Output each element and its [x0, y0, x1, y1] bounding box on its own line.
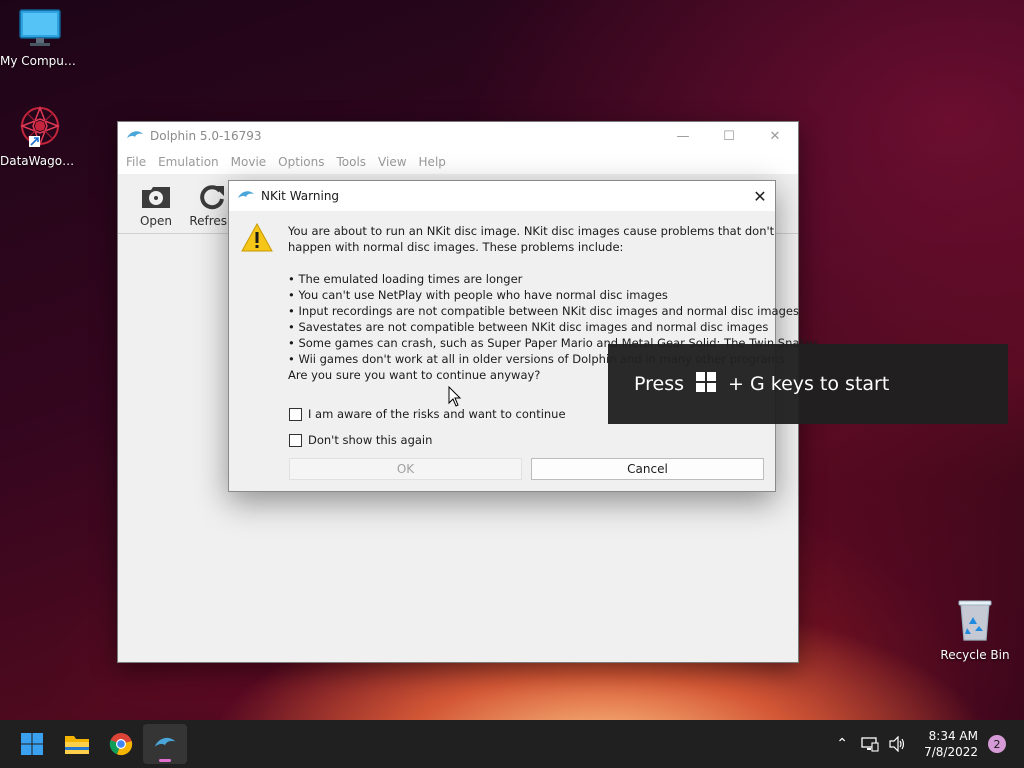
chrome-button[interactable]: [99, 724, 143, 764]
list-item: Input recordings are not compatible betw…: [288, 303, 799, 319]
checkbox-label: I am aware of the risks and want to cont…: [308, 407, 566, 421]
desktop-icon-recycle-bin[interactable]: Recycle Bin: [935, 598, 1015, 662]
windows-start-icon: [21, 733, 43, 755]
dolphin-app-icon: [154, 737, 176, 747]
close-window-button[interactable]: ✕: [752, 122, 798, 150]
notification-badge[interactable]: 2: [988, 735, 1006, 753]
dialog-titlebar[interactable]: NKit Warning ✕: [229, 181, 775, 211]
dialog-title: NKit Warning: [261, 189, 340, 203]
desktop-icon-datawagon[interactable]: DataWagon...: [0, 104, 80, 168]
monitor-icon: [19, 9, 61, 46]
clock-date: 7/8/2022: [924, 745, 978, 759]
menu-file[interactable]: File: [120, 155, 152, 169]
menu-help[interactable]: Help: [413, 155, 452, 169]
menu-emulation[interactable]: Emulation: [152, 155, 225, 169]
intro-text-line2: happen with normal disc images. These pr…: [288, 240, 624, 254]
list-item: You can't use NetPlay with people who ha…: [288, 287, 768, 303]
menu-options[interactable]: Options: [272, 155, 330, 169]
toast-keys-text: + G keys to start: [728, 373, 890, 395]
close-icon: ✕: [753, 186, 767, 206]
datawagon-app-icon: [19, 105, 61, 147]
list-item: Savestates are not compatible between NK…: [288, 319, 768, 335]
windows-logo-icon: [696, 371, 717, 397]
minimize-icon: —: [676, 128, 690, 144]
nkit-warning-dialog: NKit Warning ✕ You are about to run an N…: [228, 180, 819, 492]
active-indicator: [159, 759, 171, 762]
dolphin-taskbar-button[interactable]: [143, 724, 187, 764]
desktop-icon-label: My Computer: [0, 54, 80, 68]
chevron-up-icon: ⌃: [836, 736, 848, 752]
dont-show-again-checkbox[interactable]: Don't show this again: [289, 433, 432, 447]
file-explorer-button[interactable]: [55, 724, 99, 764]
menu-view[interactable]: View: [372, 155, 412, 169]
dolphin-menubar: File Emulation Movie Options Tools View …: [118, 150, 798, 174]
network-button[interactable]: [858, 732, 882, 756]
desktop-icon-my-computer[interactable]: My Computer: [0, 8, 80, 68]
open-label: Open: [139, 214, 173, 228]
clock[interactable]: 8:34 AM 7/8/2022: [924, 728, 978, 760]
folder-icon: [65, 736, 89, 754]
dolphin-app-icon: [127, 131, 143, 138]
ok-button[interactable]: OK: [289, 458, 522, 480]
desktop-icon-label: DataWagon...: [0, 154, 80, 168]
maximize-icon: ☐: [723, 128, 735, 144]
toast-press-text: Press: [634, 373, 685, 395]
volume-button[interactable]: [886, 732, 910, 756]
desktop-icon-label: Recycle Bin: [940, 648, 1010, 662]
dolphin-window-title: Dolphin 5.0-16793: [150, 129, 262, 143]
dialog-close-button[interactable]: ✕: [745, 181, 775, 211]
maximize-button[interactable]: ☐: [706, 122, 752, 150]
menu-tools[interactable]: Tools: [330, 155, 372, 169]
menu-movie[interactable]: Movie: [225, 155, 273, 169]
mouse-cursor-icon: [448, 386, 462, 407]
refresh-icon: [200, 185, 224, 210]
recycle-bin-icon: [958, 600, 992, 641]
checkbox-box[interactable]: [289, 433, 302, 447]
open-button[interactable]: Open: [128, 182, 184, 233]
minimize-button[interactable]: —: [660, 122, 706, 150]
checkbox-box[interactable]: [289, 407, 302, 421]
aware-risks-checkbox[interactable]: I am aware of the risks and want to cont…: [289, 407, 566, 421]
cancel-button[interactable]: Cancel: [531, 458, 764, 480]
system-tray: ⌃ 8:34 AM 7/8/2022 2: [828, 720, 1024, 768]
dolphin-app-icon: [238, 191, 254, 198]
show-hidden-icons-button[interactable]: ⌃: [830, 732, 854, 756]
speaker-icon: [889, 736, 905, 752]
dolphin-titlebar[interactable]: Dolphin 5.0-16793 — ☐ ✕: [118, 122, 798, 150]
list-item: The emulated loading times are longer: [288, 271, 768, 287]
start-button[interactable]: [10, 724, 54, 764]
game-bar-toast: Press + G keys to start: [608, 344, 1008, 424]
clock-time: 8:34 AM: [928, 729, 978, 743]
taskbar: ⌃ 8:34 AM 7/8/2022 2: [0, 720, 1024, 768]
warning-icon: [241, 223, 273, 252]
chrome-icon: [109, 733, 133, 756]
open-disc-icon: [142, 187, 170, 208]
checkbox-label: Don't show this again: [308, 433, 433, 447]
close-icon: ✕: [769, 128, 781, 144]
network-icon: [861, 737, 879, 752]
intro-text-line1: You are about to run an NKit disc image.…: [288, 224, 775, 238]
